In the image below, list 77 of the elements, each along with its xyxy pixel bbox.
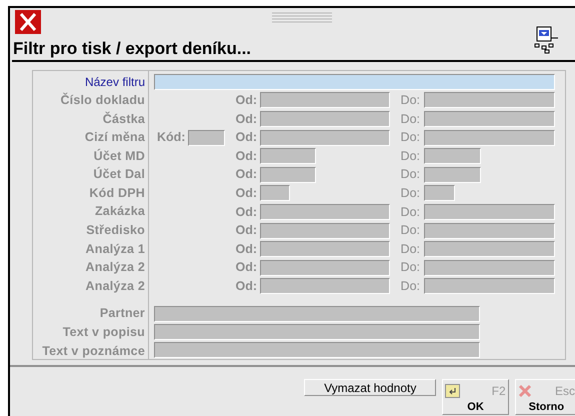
field-label: Do: [400,185,420,202]
field-label: Do: [400,204,420,221]
field-label: Text v poznámce [42,342,145,360]
field-label: Do: [400,166,420,184]
field-label: Do: [400,222,420,240]
field-label: Do: [400,110,420,128]
input-field[interactable] [260,241,390,258]
drag-handle-icon[interactable] [272,12,332,24]
input-field[interactable] [154,324,480,340]
ok-button[interactable]: F2 OK [442,379,509,415]
input-field[interactable] [424,241,555,258]
field-label: Do: [400,278,420,295]
shortcut-label: F2 [492,383,506,400]
field-label: Zakázka [94,203,145,220]
field-label: Kód DPH [89,184,145,202]
field-label: Do: [400,148,420,165]
enter-icon [445,384,460,398]
input-field[interactable] [260,204,390,220]
input-field[interactable] [424,111,555,127]
input-field[interactable] [260,111,390,127]
field-label: Od: [234,129,257,146]
field-label: Název filtru [84,74,145,91]
input-field[interactable] [260,92,390,108]
field-label: Částka [102,110,145,128]
input-field[interactable] [424,278,555,294]
input-field[interactable] [424,222,555,239]
input-field[interactable] [260,148,316,164]
field-label: Od: [234,166,257,184]
input-field[interactable] [424,204,555,220]
input-field[interactable] [260,278,390,294]
field-label: Od: [234,185,257,202]
field-label: Text v popisu [62,324,145,342]
field-label: Od: [234,278,257,295]
field-label: Do: [400,259,420,276]
field-label: Od: [234,110,257,128]
input-field[interactable] [424,92,555,108]
field-label: Do: [400,129,420,146]
field-label: Analýza 2 [86,259,145,276]
field-label: Od: [234,148,257,165]
shortcut-label: Esc [554,383,575,400]
field-label: Číslo dokladu [60,92,145,109]
field-label: Od: [234,204,257,221]
input-field[interactable] [260,130,390,146]
input-field[interactable] [260,222,390,239]
field-label: Partner [100,305,145,322]
field-label: Od: [234,92,257,110]
field-label: Od: [234,240,257,258]
input-field[interactable] [424,260,555,276]
input-field[interactable] [260,260,390,276]
window-title: Filtr pro tisk / export deníku... [13,38,252,60]
cancel-button[interactable]: Esc Storno [514,379,575,415]
input-field[interactable] [424,166,481,183]
clear-values-button[interactable]: Vymazat hodnoty [304,379,436,396]
button-label: OK [466,400,485,414]
field-label: Od: [234,259,257,276]
input-field[interactable] [154,306,480,322]
input-field[interactable] [424,130,555,146]
close-icon[interactable] [15,10,41,34]
button-label: Storno [528,400,566,414]
input-field[interactable] [260,185,290,202]
field-label: Účet Dal [93,166,145,184]
input-field[interactable] [424,185,455,202]
field-label: Do: [400,92,420,110]
input-field[interactable] [154,74,555,90]
field-label: Od: [234,222,257,240]
field-label: Analýza 2 [86,278,145,295]
input-field[interactable] [424,148,481,164]
field-label: Kód: [157,129,186,146]
field-label: Analýza 1 [86,240,145,258]
field-label: Středisko [86,222,145,240]
field-label: Cizí měna [84,129,145,146]
input-field[interactable] [260,166,316,183]
close-icon [518,384,532,398]
field-label: Do: [400,240,420,258]
field-label: Účet MD [94,148,145,165]
input-field[interactable] [188,130,226,146]
input-field[interactable] [154,342,480,358]
